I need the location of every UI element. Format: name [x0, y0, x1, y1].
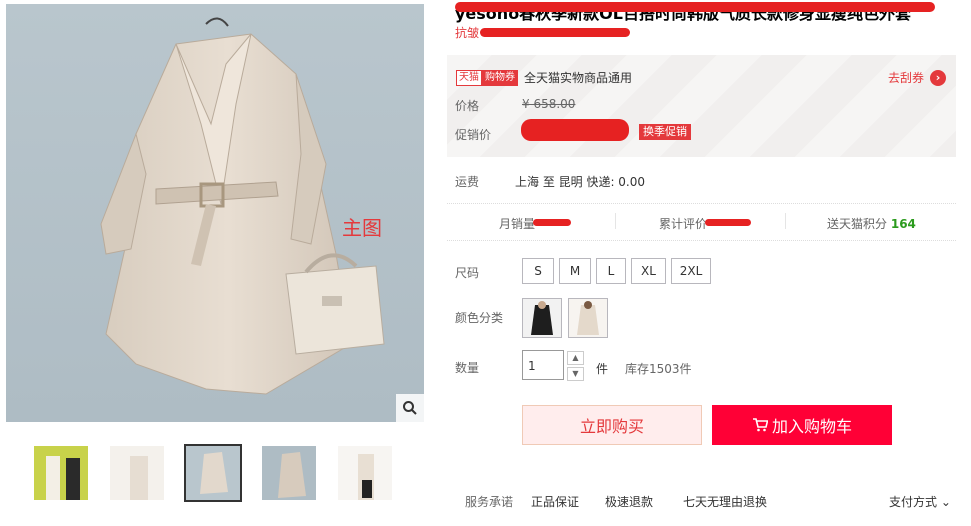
service-label: 服务承诺 — [465, 495, 514, 509]
size-option-s[interactable]: S — [522, 258, 554, 284]
service-item-fast-refund[interactable]: 极速退款 — [605, 493, 653, 510]
total-reviews[interactable]: 累计评价 — [659, 215, 707, 232]
redaction-mark — [480, 28, 630, 37]
sales-stats: 月销量 累计评价 送天猫积分 164 — [447, 207, 956, 237]
thumbnail-4[interactable] — [260, 444, 318, 502]
claim-coupon-link[interactable]: 去刮券 › — [888, 69, 946, 86]
size-option-2xl[interactable]: 2XL — [671, 258, 711, 284]
price-label: 价格 — [455, 99, 480, 113]
shipping-text[interactable]: 上海 至 昆明 快递: 0.00 — [515, 173, 645, 190]
thumbnail-5[interactable] — [336, 444, 394, 502]
promo-price-redacted — [521, 119, 629, 141]
size-label: 尺码 — [455, 266, 480, 280]
quantity-label: 数量 — [455, 361, 480, 375]
tmall-badge: 天猫 — [456, 69, 482, 86]
increment-button[interactable]: ▲ — [567, 351, 584, 365]
buy-now-label: 立即购买 — [579, 417, 644, 436]
color-swatch-black[interactable] — [522, 298, 562, 338]
redaction-mark — [533, 219, 571, 226]
stock-count: 库存1503件 — [625, 362, 692, 376]
coupon-badge: 购物券 — [482, 69, 518, 86]
service-promises: 服务承诺 正品保证 极速退款 七天无理由退换 — [465, 493, 767, 510]
chevron-down-icon: ⌄ — [940, 495, 951, 509]
add-to-cart-label: 加入购物车 — [771, 417, 852, 436]
buy-now-button[interactable]: 立即购买 — [522, 405, 702, 445]
add-to-cart-button[interactable]: 加入购物车 — [712, 405, 892, 445]
claim-coupon-label: 去刮券 — [887, 71, 924, 85]
reviews-label: 累计评价 — [659, 217, 708, 231]
quantity-input[interactable]: 1 — [522, 350, 564, 380]
search-icon — [403, 401, 417, 415]
chevron-right-icon: › — [930, 69, 946, 86]
thumbnail-1[interactable] — [32, 444, 90, 502]
caret-up-icon: ▲ — [572, 353, 579, 362]
service-item-7day-return[interactable]: 七天无理由退换 — [683, 493, 767, 510]
monthly-sales-label: 月销量 — [499, 217, 536, 231]
divider — [447, 240, 956, 241]
size-option-l[interactable]: L — [596, 258, 626, 284]
color-swatch-beige[interactable] — [568, 298, 608, 338]
zoom-button[interactable] — [396, 394, 424, 422]
cart-icon — [752, 418, 768, 432]
size-option-m[interactable]: M — [559, 258, 591, 284]
points-label: 送天猫积分 — [827, 217, 888, 231]
redaction-mark — [455, 2, 935, 12]
redaction-mark — [705, 219, 751, 226]
service-item-authentic[interactable]: 正品保证 — [531, 493, 579, 510]
separator — [785, 213, 786, 229]
divider — [447, 203, 956, 204]
main-product-image[interactable]: 主图 — [6, 4, 424, 422]
coupon-row: 天猫 购物券 全天猫实物商品通用 — [456, 69, 632, 86]
points-value: 164 — [890, 217, 916, 231]
shipping-label: 运费 — [455, 175, 480, 189]
shipping-route: 上海 至 昆明 快递: 0.00 — [515, 175, 646, 189]
separator — [615, 213, 616, 229]
coupon-text: 全天猫实物商品通用 — [524, 71, 633, 85]
color-label: 颜色分类 — [455, 311, 504, 325]
promo-panel: 天猫 购物券 全天猫实物商品通用 去刮券 › 价格 ¥ 658.00 促销价 换… — [447, 55, 956, 157]
product-subtitle: 抗皱 — [455, 26, 480, 40]
caret-down-icon: ▼ — [572, 369, 579, 378]
promo-price-label: 促销价 — [455, 128, 492, 142]
decrement-button[interactable]: ▼ — [567, 367, 584, 381]
promo-tag: 换季促销 — [639, 124, 691, 140]
quantity-unit: 件 — [596, 362, 609, 376]
monthly-sales: 月销量 — [499, 215, 535, 232]
tmall-points: 送天猫积分 164 — [827, 215, 916, 232]
size-option-xl[interactable]: XL — [631, 258, 666, 284]
main-image-label: 主图 — [342, 216, 382, 240]
thumbnail-2[interactable] — [108, 444, 166, 502]
payment-label: 支付方式 — [889, 495, 938, 509]
original-price: ¥ 658.00 — [522, 97, 576, 111]
payment-methods[interactable]: 支付方式 ⌄ — [889, 493, 951, 510]
thumbnail-3-selected[interactable] — [184, 444, 242, 502]
